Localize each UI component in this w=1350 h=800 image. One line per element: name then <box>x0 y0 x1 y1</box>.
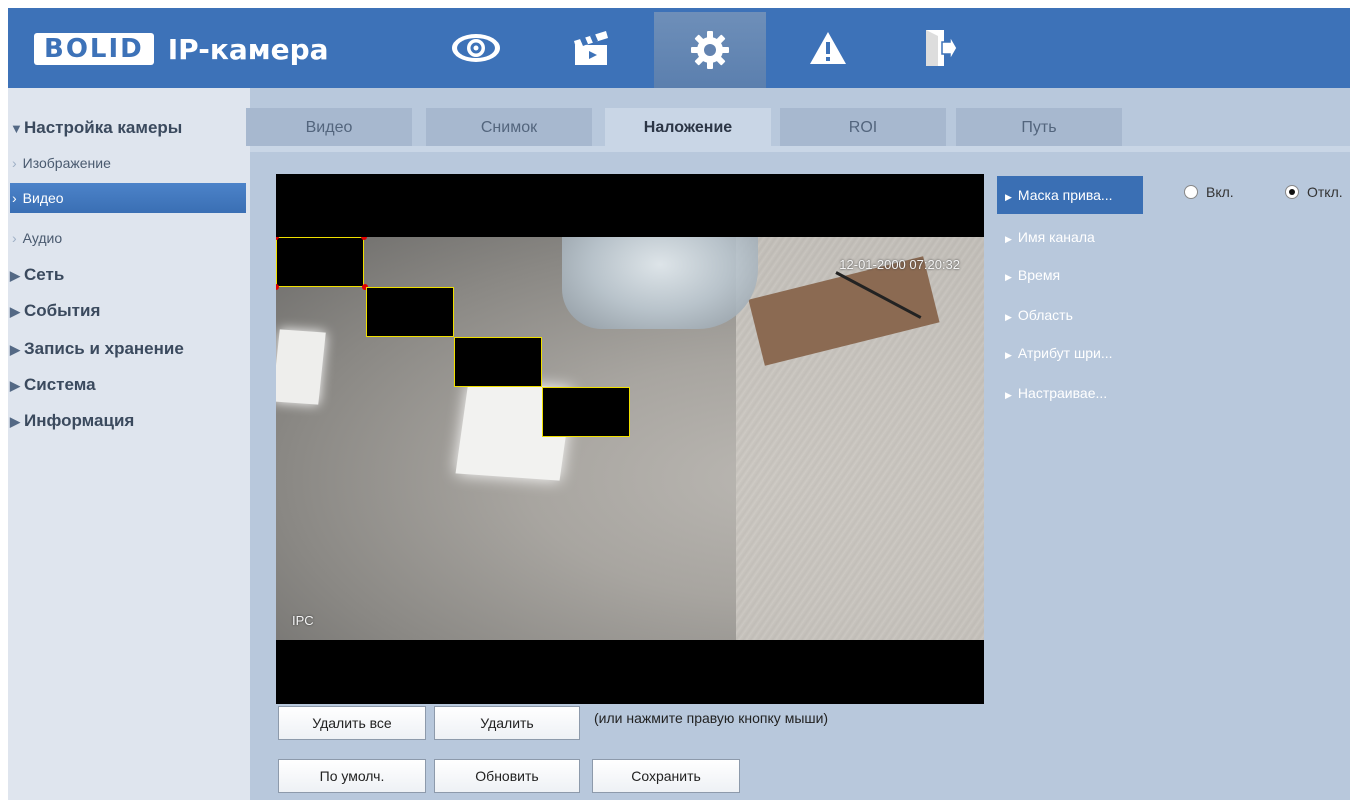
overlay-item-label: Настраивае... <box>1017 385 1108 401</box>
brand-logo: BOLID IP-камера <box>34 32 329 66</box>
overlay-item-channel-name[interactable]: ▶ Имя канала <box>997 218 1143 256</box>
sidebar-item-information[interactable]: ▶ Информация <box>10 411 134 431</box>
tab-snapshot[interactable]: Снимок <box>426 108 592 146</box>
triangle-right-icon: ▶ <box>1005 192 1012 202</box>
delete-button[interactable]: Удалить <box>434 706 580 740</box>
chevron-right-icon: › <box>12 155 17 171</box>
sidebar-item-system[interactable]: ▶ Система <box>10 375 96 395</box>
sidebar-item-label: Аудио <box>22 230 63 246</box>
triangle-right-icon: ▶ <box>10 414 20 429</box>
triangle-right-icon: ▶ <box>1005 234 1012 244</box>
tab-underline-band <box>250 146 1350 152</box>
overlay-item-font-attribute[interactable]: ▶ Атрибут шри... <box>997 334 1143 372</box>
overlay-item-label: Область <box>1017 307 1073 323</box>
resize-handle[interactable] <box>361 237 367 240</box>
tab-path[interactable]: Путь <box>956 108 1122 146</box>
logout-icon <box>926 30 958 66</box>
overlay-menu: ▶ Маска прива... ▶ Имя канала ▶ Время ▶ Обла… <box>990 174 1146 714</box>
gear-icon <box>691 31 729 69</box>
default-button[interactable]: По умолч. <box>278 759 426 793</box>
overlay-item-label: Атрибут шри... <box>1017 345 1113 361</box>
nav-logout[interactable] <box>884 8 996 88</box>
bolid-logo: BOLID <box>34 33 154 65</box>
plastic-cover <box>562 237 758 329</box>
tab-video[interactable]: Видео <box>246 108 412 146</box>
nav-alarm[interactable] <box>772 8 884 88</box>
sidebar-item-label: Изображение <box>22 155 111 171</box>
refresh-button[interactable]: Обновить <box>434 759 580 793</box>
overlay-item-label: Маска прива... <box>1017 187 1113 203</box>
triangle-right-icon: ▶ <box>1005 272 1012 282</box>
radio-on-label: Вкл. <box>1206 184 1234 200</box>
nav-live-view[interactable] <box>420 8 532 88</box>
sidebar-item-video[interactable]: › Видео <box>12 190 64 206</box>
triangle-right-icon: ▶ <box>1005 350 1012 360</box>
osd-channel-name[interactable]: IPC <box>292 613 314 628</box>
triangle-down-icon: ▼ <box>10 121 23 136</box>
camera-image: 12-01-2000 07:20:32 IPC <box>276 237 984 640</box>
sidebar-item-label: Система <box>24 375 96 394</box>
sidebar-item-image[interactable]: › Изображение <box>12 155 111 171</box>
privacy-mask-region[interactable] <box>454 337 542 387</box>
overlay-item-privacy-mask[interactable]: ▶ Маска прива... <box>997 176 1143 214</box>
sidebar-item-label: Запись и хранение <box>24 339 184 358</box>
nav-playback[interactable] <box>536 8 648 88</box>
triangle-right-icon: ▶ <box>1005 312 1012 322</box>
radio-button-unchecked[interactable] <box>1184 185 1198 199</box>
resize-handle[interactable] <box>276 284 279 290</box>
delete-all-button[interactable]: Удалить все <box>278 706 426 740</box>
sidebar-item-label: Сеть <box>24 265 65 284</box>
radio-off-label: Откл. <box>1307 184 1343 200</box>
osd-timestamp[interactable]: 12-01-2000 07:20:32 <box>839 257 960 272</box>
sidebar-item-label: Информация <box>24 411 135 430</box>
overlay-item-custom[interactable]: ▶ Настраивае... <box>997 374 1143 412</box>
delete-hint: (или нажмите правую кнопку мыши) <box>594 710 829 726</box>
triangle-right-icon: ▶ <box>10 342 20 357</box>
privacy-mask-region[interactable] <box>542 387 630 437</box>
chevron-right-icon: › <box>12 190 17 206</box>
video-preview[interactable]: 12-01-2000 07:20:32 IPC <box>276 174 984 704</box>
sidebar-item-camera-settings[interactable]: ▼Настройка камеры <box>10 118 182 138</box>
sidebar-item-audio[interactable]: › Аудио <box>12 230 62 246</box>
privacy-mask-region[interactable] <box>366 287 454 337</box>
sidebar-item-label: Видео <box>22 190 64 206</box>
tab-overlay[interactable]: Наложение <box>605 108 771 146</box>
chevron-right-icon: › <box>12 230 17 246</box>
triangle-right-icon: ▶ <box>10 268 20 283</box>
nav-settings[interactable] <box>654 12 766 88</box>
top-header: BOLID IP-камера <box>8 8 1350 88</box>
overlay-item-time[interactable]: ▶ Время <box>997 256 1143 294</box>
overlay-item-label: Имя канала <box>1017 229 1095 245</box>
radio-on[interactable]: Вкл. <box>1184 184 1234 200</box>
sidebar-item-recording-storage[interactable]: ▶ Запись и хранение <box>10 339 184 359</box>
app-title: IP-камера <box>167 32 329 66</box>
sidebar-item-label: Настройка камеры <box>24 118 183 137</box>
warning-icon <box>810 32 846 64</box>
save-button[interactable]: Сохранить <box>592 759 740 793</box>
radio-off[interactable]: Откл. <box>1285 184 1343 200</box>
clapperboard-icon <box>574 31 608 65</box>
privacy-mask-region[interactable] <box>276 237 364 287</box>
triangle-right-icon: ▶ <box>10 304 20 319</box>
triangle-right-icon: ▶ <box>1005 390 1012 400</box>
sidebar-item-events[interactable]: ▶ События <box>10 301 100 321</box>
ceiling-lamp <box>276 329 326 405</box>
sidebar-item-label: События <box>24 301 101 320</box>
eye-icon <box>452 34 500 62</box>
sidebar-item-network[interactable]: ▶ Сеть <box>10 265 64 285</box>
overlay-item-label: Время <box>1017 267 1061 283</box>
overlay-item-area[interactable]: ▶ Область <box>997 296 1143 334</box>
tab-roi[interactable]: ROI <box>780 108 946 146</box>
triangle-right-icon: ▶ <box>10 378 20 393</box>
radio-button-checked[interactable] <box>1285 185 1299 199</box>
